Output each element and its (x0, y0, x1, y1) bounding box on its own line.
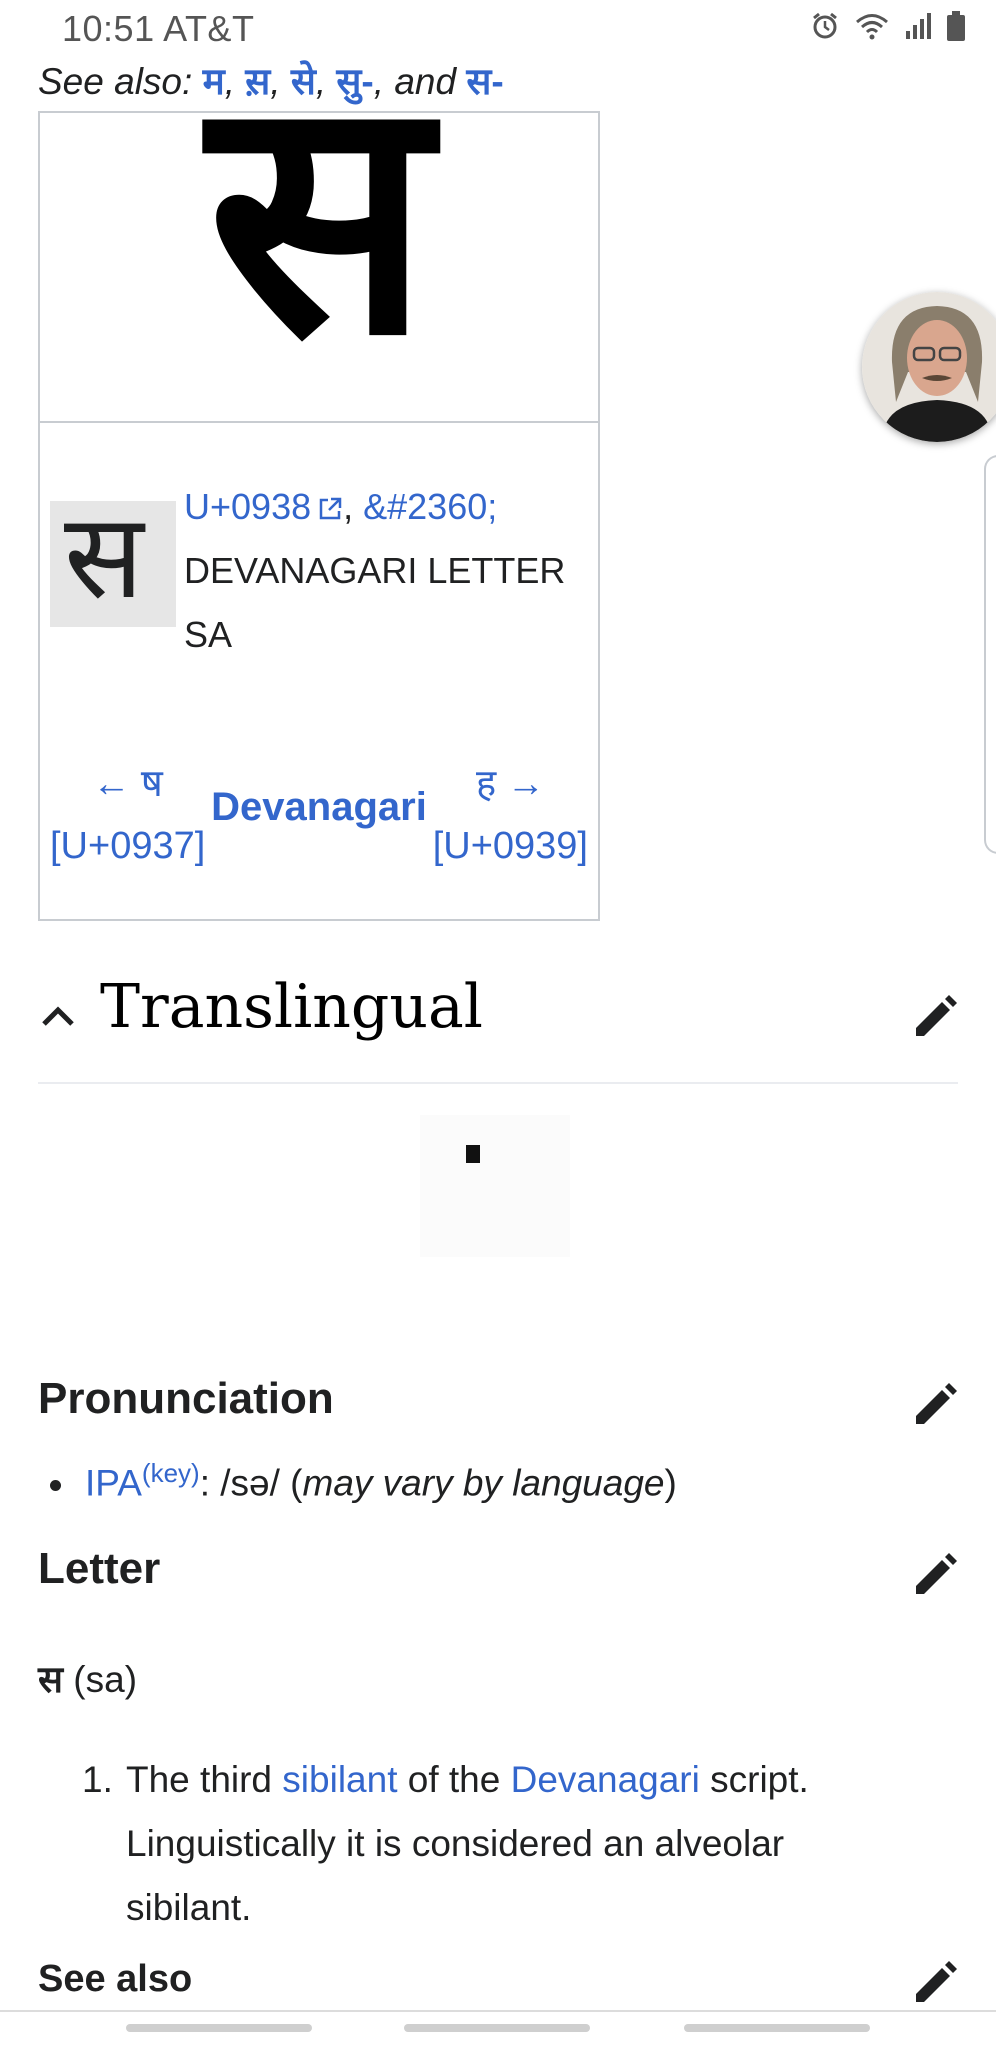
see-also-link-sa-prefix[interactable]: स- (466, 61, 503, 102)
large-glyph-panel: स (40, 51, 598, 423)
nav-recents-bar[interactable] (126, 2024, 312, 2032)
battery-icon (947, 11, 965, 41)
signal-icon (906, 13, 931, 39)
definition-part: of the (397, 1759, 511, 1800)
see-also-prefix: See also: (38, 61, 203, 102)
headword-line: स (sa) (38, 1652, 137, 1703)
nav-home-bar[interactable] (404, 2024, 590, 2032)
edit-translingual-pencil-icon[interactable] (910, 994, 958, 1042)
previous-codepoint: [U+0937] (50, 825, 206, 867)
nav-back-bar[interactable] (684, 2024, 870, 2032)
large-glyph: स (207, 24, 431, 408)
previous-character-link[interactable]: ← ष [U+0937] (50, 753, 205, 877)
heading-letter: Letter (38, 1544, 161, 1593)
wifi-icon (856, 14, 888, 40)
pronunciation-image[interactable] (420, 1115, 570, 1257)
heading-pronunciation: Pronunciation (38, 1374, 334, 1423)
ipa-link[interactable]: IPA (85, 1462, 142, 1503)
definition-number: 1. (82, 1759, 113, 1800)
codepoint-line: U+0938, &#2360; (184, 475, 497, 539)
next-codepoint: [U+0939] (432, 825, 588, 867)
alarm-icon (813, 12, 837, 39)
small-glyph: स (64, 487, 144, 625)
image-mark (466, 1145, 480, 1163)
script-name-link[interactable]: Devanagari (211, 785, 427, 829)
heading-see-also: See also (38, 1958, 193, 2000)
ipa-transcription: : /sə/ ( (199, 1462, 303, 1504)
codepoint-link[interactable]: U+0938 (184, 486, 311, 527)
next-glyph: ह → (475, 763, 545, 805)
section-title-translingual: Translingual (100, 972, 483, 1042)
character-info-box: स स U+0938, &#2360; DEVANAGARI LETTER SA… (38, 51, 600, 921)
definition-part: The third (126, 1759, 283, 1800)
headword: स (38, 1659, 64, 1700)
previous-glyph: ← ष (92, 763, 163, 805)
unicode-name: DEVANAGARI LETTER SA (184, 550, 566, 655)
edit-pronunciation-pencil-icon[interactable] (910, 1382, 958, 1430)
ipa-bullet: IPA(key): /sə/ (may vary by language) (50, 1458, 677, 1504)
edit-letter-pencil-icon[interactable] (910, 1552, 958, 1600)
bullet-dot (50, 1480, 61, 1492)
floating-video-avatar[interactable] (862, 292, 996, 442)
side-drawer-handle[interactable] (984, 455, 996, 854)
status-icons (810, 10, 966, 42)
avatar-image (862, 292, 996, 442)
next-character-link[interactable]: ह → [U+0939] (433, 753, 588, 877)
small-glyph-panel: स (50, 497, 176, 627)
transliteration: (sa) (63, 1659, 138, 1700)
bottom-divider (0, 2010, 996, 2012)
sibilant-link[interactable]: sibilant (282, 1759, 397, 1800)
separator: , (343, 486, 364, 527)
ipa-key-link[interactable]: (key) (142, 1458, 200, 1488)
ipa-close: ) (664, 1462, 677, 1504)
devanagari-link[interactable]: Devanagari (511, 1759, 700, 1800)
external-link-icon (319, 498, 342, 520)
chevron-up-icon (42, 1006, 74, 1026)
ipa-note: may vary by language (302, 1462, 665, 1504)
edit-see-also-pencil-icon[interactable] (910, 1960, 958, 2008)
section-header-translingual[interactable]: Translingual (38, 972, 958, 1084)
definition-text: The third sibilant of the Devanagari scr… (126, 1748, 916, 1940)
html-entity-link[interactable]: &#2360; (363, 486, 497, 527)
